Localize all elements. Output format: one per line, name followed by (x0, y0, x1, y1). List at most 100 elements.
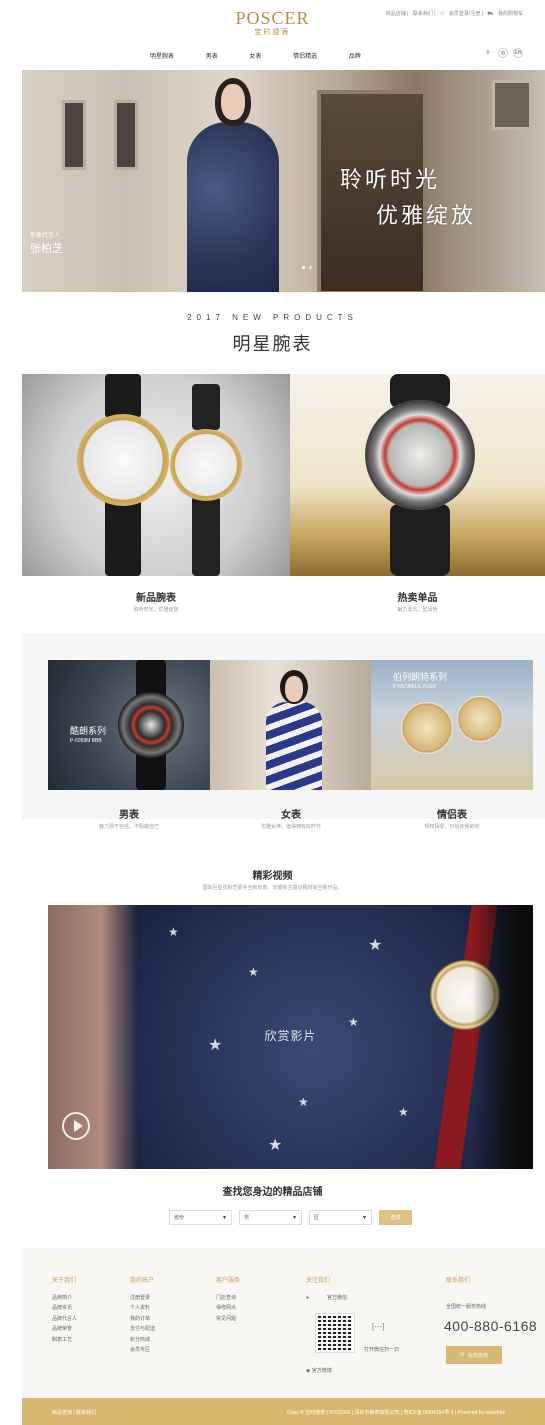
nav-item-couples[interactable]: 情侣精选 (293, 51, 317, 60)
toplink-cart[interactable]: 我的购物车 (498, 11, 523, 17)
hero-headline-2: 优雅绽放 (376, 203, 477, 228)
site-header: POSCER 宝时捷表 商品店铺 | 联系我们 | ⚇ 会员登录/注册 | ⛟ … (0, 0, 545, 70)
product-caption: 热卖单品 魅力非凡，型出色 (290, 589, 545, 613)
main-nav: 明星腕表 男表 女表 情侣精选 品牌 (150, 51, 391, 60)
hero-banner[interactable]: 聆听时光 优雅绽放 形象代言人 张柏芝 (22, 70, 545, 292)
product-title[interactable]: 热卖单品 (290, 589, 545, 604)
womens-series-image[interactable] (210, 660, 372, 790)
couples-series-image[interactable]: 伯列朗特系列 P-6073M/LK.VVGD (371, 660, 533, 790)
footer-link[interactable]: 我的订单 (130, 1314, 155, 1325)
province-select[interactable]: 省份 ▼ (169, 1210, 232, 1225)
series-title[interactable]: 男表 (48, 806, 210, 821)
footer-col-heading: 联系我们 (446, 1278, 471, 1284)
hero-window (114, 100, 138, 170)
series-caption: 男表 魅力源于自信，不羁做自己 (48, 806, 210, 830)
copyright-text: Copy ® 宝时捷表 | POSCER | 深圳市钟表有限公司 | 粤ICP备… (287, 1410, 506, 1416)
watch-image (77, 414, 169, 506)
series-name: 伯列朗特系列 (393, 672, 448, 682)
scan-icon: [⋯] (372, 1322, 385, 1331)
footer-link[interactable]: 品牌简介 (52, 1293, 77, 1304)
nav-icons: ⚲ 中 EN (483, 48, 523, 58)
series-caption: 情侣表 相知相爱，只给你我的你 (371, 806, 533, 830)
video-section-subtitle: 国际巨星张柏芝联手全新形象，双重新主题诠释时尚全新作品。 (202, 885, 343, 891)
toplink-stores[interactable]: 商品店铺 (386, 11, 406, 17)
product-subtitle: 聆听时光，优雅绽放 (133, 607, 179, 613)
footer-bottom-links[interactable]: 商品查询 | 联系我们 (52, 1409, 96, 1416)
carousel-dot[interactable] (309, 266, 312, 269)
hot-item-image[interactable] (290, 374, 545, 576)
footer-col-about: 关于我们 品牌简介 品牌资讯 品牌代言人 品牌荣誉 制表工艺 (52, 1276, 77, 1345)
province-select-value: 省份 (174, 1215, 185, 1221)
footer-link[interactable]: 个人资料 (130, 1303, 155, 1314)
nav-item-mens[interactable]: 男表 (206, 51, 218, 60)
footer-link[interactable]: 支付与配送 (130, 1324, 155, 1335)
footer-link[interactable]: 品牌荣誉 (52, 1324, 77, 1335)
wechat-label: 官方微信 (327, 1294, 348, 1301)
series-subtitle: 魅力源于自信，不羁做自己 (98, 824, 159, 830)
wechat-icon: ● (306, 1294, 310, 1301)
series-code: P-6058M BBB (70, 738, 102, 744)
footer-col-heading: 客户服务 (216, 1278, 241, 1284)
footer-col-service: 客户服务 门店查询 保修网点 常见问题 (216, 1276, 240, 1324)
video-label: 欣赏影片 (264, 1029, 317, 1043)
hotline-label: 全国统一服务热线 (446, 1304, 487, 1310)
store-search-button[interactable]: 查询 (379, 1210, 412, 1225)
mens-series-image[interactable]: 酷朗系列 P-6058M BBB (48, 660, 210, 790)
footer-col-account: 我的账户 注册登录 个人资料 我的订单 支付与配送 积分商城 会员专区 (130, 1276, 155, 1356)
footer-col-heading: 我的账户 (130, 1278, 155, 1284)
watch-image (170, 429, 242, 501)
nav-item-star-watches[interactable]: 明星腕表 (150, 51, 174, 60)
weibo-icon: ◉ (306, 1368, 311, 1374)
nav-item-brand[interactable]: 品牌 (349, 51, 361, 60)
weibo-link[interactable]: ◉ 官方微博 (306, 1366, 332, 1377)
watch-image (365, 400, 475, 510)
footer-link[interactable]: 品牌代言人 (52, 1314, 77, 1325)
hero-window (492, 80, 532, 130)
series-label: 伯列朗特系列 P-6073M/LK.VVGD (393, 670, 447, 690)
video-section-title: 精彩视频 (252, 871, 293, 882)
footer-link[interactable]: 积分商城 (130, 1335, 155, 1346)
section-title: 明星腕表 (232, 334, 313, 354)
store-finder-title: 查找您身边的精品店铺 (222, 1187, 323, 1198)
hero-model-image (177, 70, 287, 292)
video-player[interactable]: ★ ★ ★ ★ ★ ★ ★ ★ 欣赏影片 (48, 905, 533, 1169)
product-title[interactable]: 新品腕表 (22, 589, 290, 604)
footer-bottom-bar: 商品查询 | 联系我们 Copy ® 宝时捷表 | POSCER | 深圳市钟表… (22, 1398, 545, 1425)
series-title[interactable]: 情侣表 (371, 806, 533, 821)
footer-link[interactable]: 保修网点 (216, 1303, 240, 1314)
play-icon[interactable] (62, 1112, 90, 1140)
footer-link[interactable]: 制表工艺 (52, 1335, 77, 1346)
series-caption: 女表 优雅女神，值得拥有好时光 (210, 806, 372, 830)
city-select[interactable]: 市 ▼ (239, 1210, 302, 1225)
dropdown-arrow-icon: ▼ (362, 1214, 367, 1221)
series-subtitle: 相知相爱，只给你我的你 (424, 824, 480, 830)
district-select-value: 区 (314, 1215, 320, 1221)
footer-link[interactable]: 会员专区 (130, 1345, 155, 1356)
language-zh-icon[interactable]: 中 (498, 48, 508, 58)
new-watches-image[interactable] (22, 374, 290, 576)
series-title[interactable]: 女表 (210, 806, 372, 821)
online-service-button[interactable]: ☊ 在线咨询 (446, 1346, 502, 1364)
carousel-dot[interactable] (302, 266, 305, 269)
product-subtitle: 魅力非凡，型出色 (397, 607, 438, 613)
footer-col-follow: 关注我们 ● 官方微信 (306, 1276, 347, 1303)
nav-item-womens[interactable]: 女表 (249, 51, 261, 60)
district-select[interactable]: 区 ▼ (309, 1210, 372, 1225)
dropdown-arrow-icon: ▼ (292, 1214, 297, 1221)
watch-image (401, 702, 453, 754)
cart-icon: ⛟ (487, 11, 494, 17)
scan-label: 打开微信扫一扫 (364, 1347, 400, 1353)
toplink-login[interactable]: 会员登录/注册 (449, 11, 480, 17)
store-finder-form: 省份 ▼ 市 ▼ 区 ▼ 查询 (169, 1210, 412, 1225)
language-en-button[interactable]: EN (513, 48, 523, 58)
city-select-value: 市 (244, 1215, 250, 1221)
footer-link[interactable]: 品牌资讯 (52, 1303, 77, 1314)
search-icon[interactable]: ⚲ (483, 48, 493, 58)
wechat-link[interactable]: ● 官方微信 (306, 1293, 347, 1304)
toplink-contact[interactable]: 联系我们 (413, 11, 433, 17)
hotline-number: 400-880-6168 (444, 1318, 538, 1334)
footer-link[interactable]: 常见问题 (216, 1314, 240, 1325)
footer-link[interactable]: 门店查询 (216, 1293, 240, 1304)
footer-link[interactable]: 注册登录 (130, 1293, 155, 1304)
hero-headline-1: 聆听时光 (340, 167, 441, 192)
